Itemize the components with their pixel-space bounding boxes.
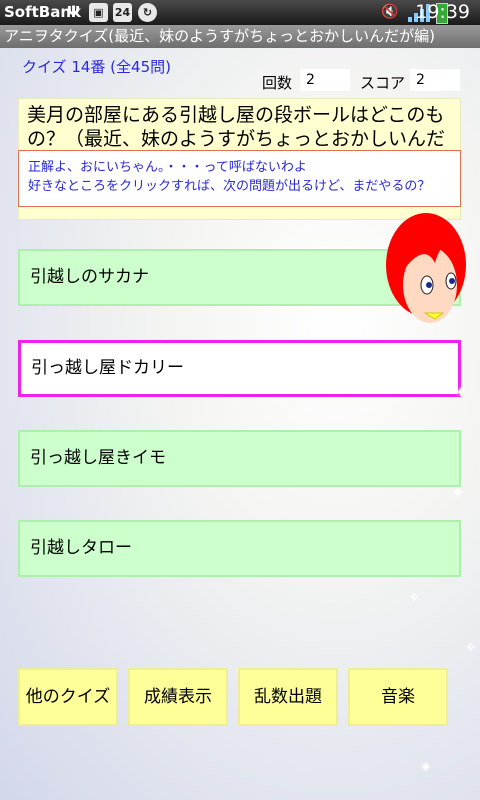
quiz-number: クイズ 14番 (全45問) [22, 58, 171, 76]
count-label: 回数 [262, 74, 293, 92]
score-label: スコア [360, 74, 406, 92]
android-debug-icon: ▣ [89, 3, 108, 22]
character-avatar-icon [386, 213, 466, 323]
random-question-button[interactable]: 乱数出題 [238, 668, 338, 726]
usb-icon: Ψ [67, 3, 80, 21]
sparkle-icon: ✦ [455, 385, 467, 401]
other-quiz-button[interactable]: 他のクイズ [18, 668, 118, 726]
sparkle-icon: ✦ [452, 485, 464, 501]
mute-icon: 🔇 [381, 4, 399, 20]
response-box: 正解よ、おにいちゃん。・・・って呼ばないわよ 好きなところをクリックすれば、次の… [18, 150, 461, 207]
show-results-button[interactable]: 成績表示 [128, 668, 228, 726]
count-value: 2 [300, 69, 350, 91]
app-title: アニヲタクイズ(最近、妹のようすがちょっとおかしいんだが編) [0, 25, 480, 48]
status-bar: SoftBank Ψ ▣ 24 ↻ 🔇 19:39 [0, 0, 480, 25]
choice-4[interactable]: 引越しタロー [18, 520, 461, 577]
choice-2-selected[interactable]: 引っ越し屋ドカリー [18, 340, 461, 397]
response-line-1: 正解よ、おにいちゃん。・・・って呼ばないわよ [28, 160, 307, 175]
response-line-2: 好きなところをクリックすれば、次の問題が出るけど、まだやるの？ [28, 179, 431, 194]
sparkle-icon: ✧ [465, 640, 477, 656]
badge-24-icon: 24 [113, 3, 132, 22]
score-value: 2 [410, 69, 460, 91]
sparkle-icon: ✧ [408, 590, 420, 606]
clock: 19:39 [415, 1, 470, 23]
choice-3[interactable]: 引っ越し屋きイモ [18, 430, 461, 487]
sparkle-icon: ✦ [420, 760, 432, 776]
music-button[interactable]: 音楽 [348, 668, 448, 726]
sync-icon: ↻ [138, 3, 157, 22]
